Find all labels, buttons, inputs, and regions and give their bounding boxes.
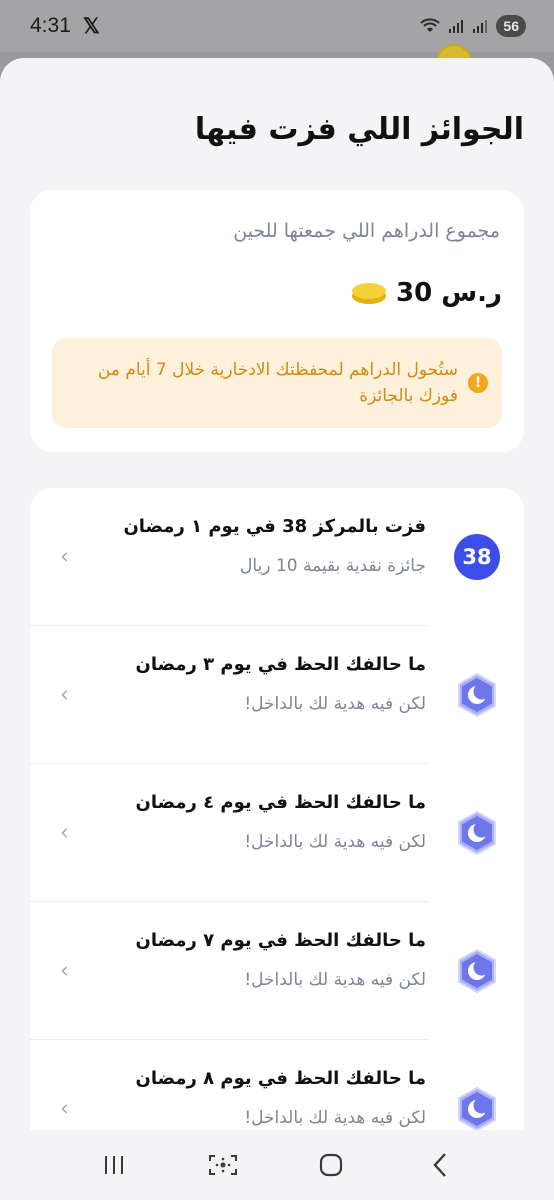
prize-subtitle: جائزة نقدية بقيمة 10 ريال: [240, 556, 426, 576]
signal-icon: [449, 20, 464, 33]
chevron-icon: ‹: [60, 820, 69, 846]
total-amount: 30 ر.س: [396, 278, 502, 308]
scan-button[interactable]: [203, 1145, 243, 1185]
prize-title: ما حالفك الحظ في يوم ٣ رمضان: [135, 654, 427, 675]
crescent-moon-hexagon-icon: [454, 1086, 500, 1132]
prize-title: ما حالفك الحظ في يوم ٨ رمضان: [135, 1068, 427, 1089]
chevron-icon: ‹: [60, 958, 69, 984]
system-nav-bar: [0, 1130, 554, 1200]
info-icon: !: [468, 373, 488, 393]
status-time: 4:31: [30, 14, 71, 37]
chevron-icon: ‹: [60, 682, 69, 708]
status-left: 4:31 𝕏: [30, 14, 100, 39]
prizes-sheet: الجوائز اللي فزت فيها مجموع الدراهم اللي…: [0, 58, 554, 1200]
prize-title: فزت بالمركز 38 في يوم ١ رمضان: [123, 516, 426, 537]
crescent-moon-hexagon-icon: [454, 672, 500, 718]
back-icon: [433, 1153, 446, 1177]
total-coins-label: مجموع الدراهم اللي جمعتها للحين: [233, 220, 500, 242]
crescent-moon-hexagon-icon: [454, 948, 500, 994]
battery-indicator: 56: [496, 15, 526, 37]
recents-icon: [105, 1156, 124, 1174]
prize-item[interactable]: ما حالفك الحظ في يوم ٤ رمضان لكن فيه هدي…: [30, 764, 524, 902]
rank-badge: 38: [454, 534, 500, 580]
amount-row: 30 ر.س: [352, 278, 502, 308]
prize-item[interactable]: ما حالفك الحظ في يوم ٧ رمضان لكن فيه هدي…: [30, 902, 524, 1040]
notice-text: ستُحول الدراهم لمحفظتك الادخارية خلال 7 …: [97, 360, 458, 406]
chevron-icon: ‹: [60, 544, 69, 570]
status-right: 56: [420, 15, 526, 37]
signal-icon-2: [473, 20, 488, 33]
prize-title: ما حالفك الحظ في يوم ٧ رمضان: [135, 930, 427, 951]
x-app-icon: 𝕏: [82, 14, 100, 38]
status-bar: 4:31 𝕏 56: [0, 0, 554, 52]
prize-title: ما حالفك الحظ في يوم ٤ رمضان: [135, 792, 427, 813]
rank-badge-number: 38: [454, 534, 500, 580]
prize-subtitle: لكن فيه هدية لك بالداخل!: [244, 1108, 426, 1128]
scan-icon: [208, 1155, 237, 1175]
prize-item[interactable]: ما حالفك الحظ في يوم ٣ رمضان لكن فيه هدي…: [30, 626, 524, 764]
prize-subtitle: لكن فيه هدية لك بالداخل!: [244, 832, 426, 852]
prize-item[interactable]: 38 فزت بالمركز 38 في يوم ١ رمضان جائزة ن…: [30, 488, 524, 626]
prizes-list: 38 فزت بالمركز 38 في يوم ١ رمضان جائزة ن…: [30, 488, 524, 1200]
savings-notice: ! ستُحول الدراهم لمحفظتك الادخارية خلال …: [52, 338, 502, 428]
crescent-moon-hexagon-icon: [454, 810, 500, 856]
home-icon: [320, 1153, 343, 1177]
coin-stack-icon: [352, 282, 387, 304]
recents-button[interactable]: [94, 1145, 134, 1185]
back-button[interactable]: [420, 1145, 460, 1185]
prize-subtitle: لكن فيه هدية لك بالداخل!: [244, 970, 426, 990]
wifi-icon: [420, 18, 441, 32]
page-title: الجوائز اللي فزت فيها: [194, 112, 524, 147]
prize-subtitle: لكن فيه هدية لك بالداخل!: [244, 694, 426, 714]
summary-card: مجموع الدراهم اللي جمعتها للحين 30 ر.س !…: [30, 190, 524, 452]
home-button[interactable]: [311, 1145, 351, 1185]
chevron-icon: ‹: [60, 1096, 69, 1122]
